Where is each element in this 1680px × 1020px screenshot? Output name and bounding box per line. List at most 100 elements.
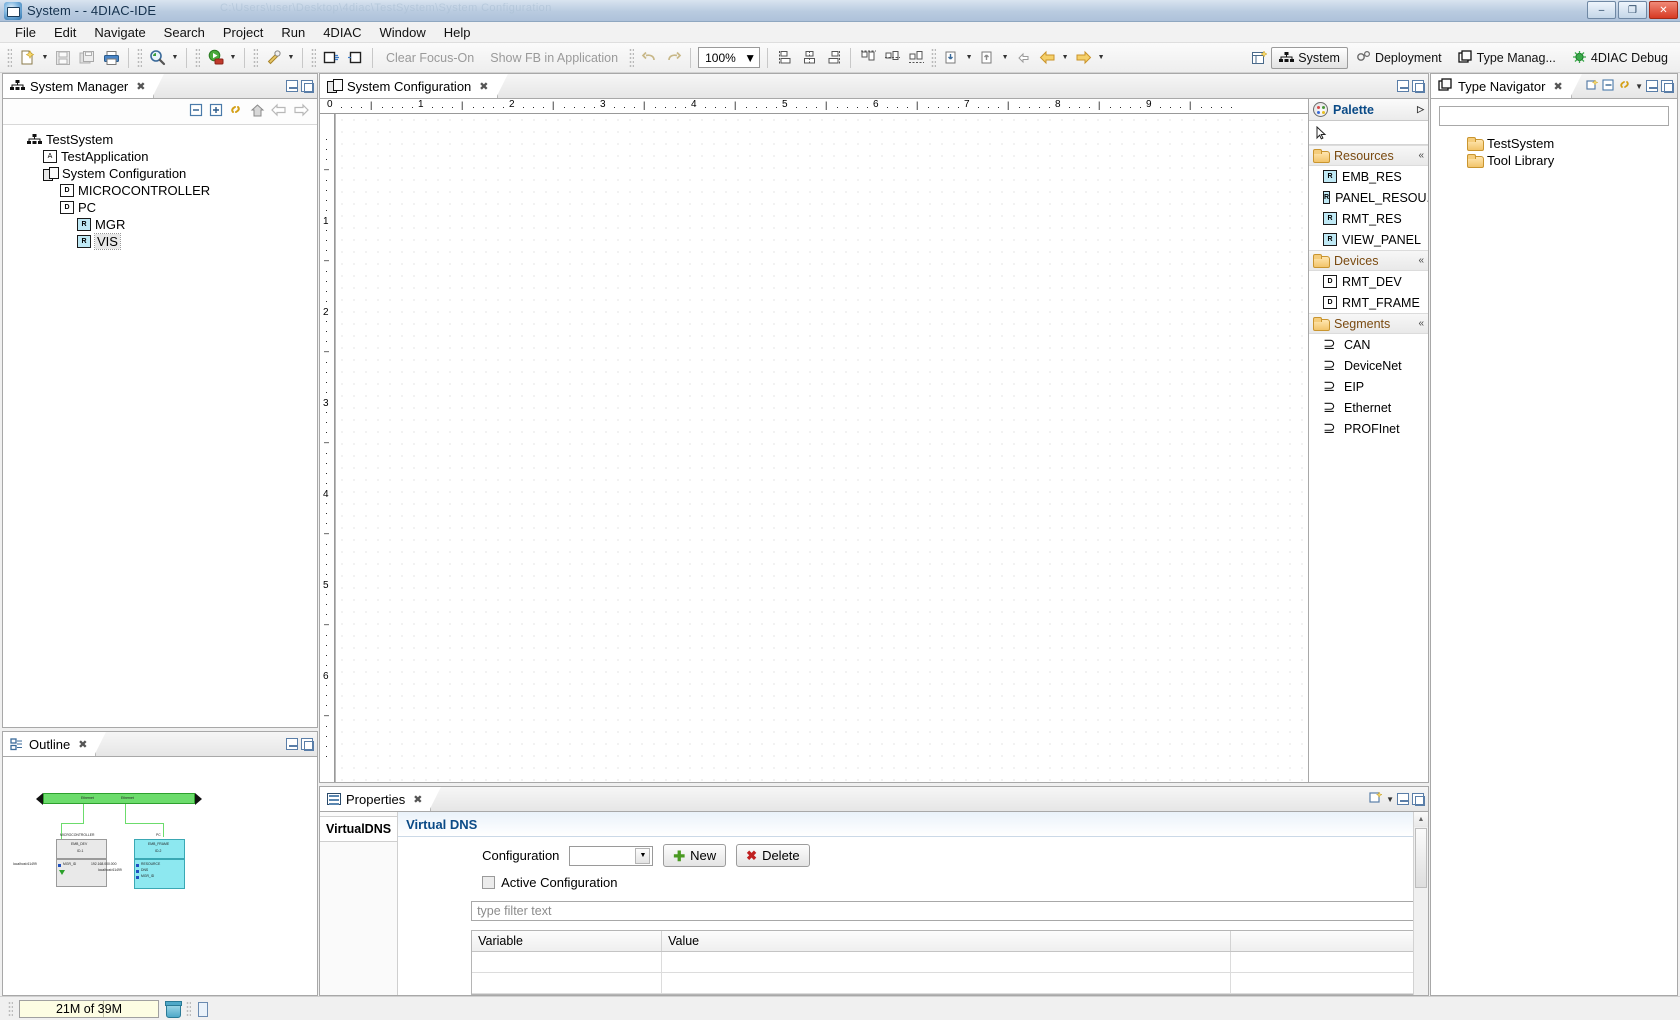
- scrollbar-thumb[interactable]: [1415, 828, 1427, 888]
- palette-item-profinet[interactable]: ⊇ PROFInet: [1309, 418, 1428, 439]
- collapse-all-icon[interactable]: [1602, 78, 1615, 94]
- minimize-icon[interactable]: [1397, 80, 1409, 92]
- menu-help[interactable]: Help: [435, 23, 480, 42]
- menu-search[interactable]: Search: [155, 23, 214, 42]
- new-icon[interactable]: [15, 46, 39, 70]
- chevron-down-icon[interactable]: ▼: [635, 847, 651, 864]
- new-button[interactable]: ✚ New: [663, 844, 727, 867]
- close-icon[interactable]: ✖: [413, 793, 422, 806]
- align-middle-icon[interactable]: [880, 46, 904, 70]
- minimize-icon[interactable]: [286, 80, 298, 92]
- toolbar-grip-7[interactable]: [931, 47, 937, 68]
- toolbar-grip-4[interactable]: [253, 47, 258, 68]
- palette-item-emb-res[interactable]: R EMB_RES: [1309, 166, 1428, 187]
- tab-type-navigator[interactable]: Type Navigator ✖: [1431, 74, 1583, 98]
- tree-item-tool-library[interactable]: Tool Library: [1431, 152, 1677, 169]
- properties-filter-input[interactable]: type filter text: [471, 901, 1418, 921]
- maximize-icon[interactable]: [1412, 80, 1425, 93]
- scroll-up-icon[interactable]: ▲: [1414, 812, 1428, 827]
- save-all-icon[interactable]: [75, 46, 99, 70]
- close-icon[interactable]: ✖: [1553, 80, 1562, 93]
- perspective-system[interactable]: System: [1271, 47, 1348, 69]
- menu-4diac[interactable]: 4DIAC: [314, 23, 370, 42]
- configuration-combo[interactable]: ▼: [569, 845, 654, 866]
- palette-group-resources[interactable]: Resources «: [1309, 145, 1428, 166]
- import-dropdown-icon[interactable]: ▼: [963, 46, 975, 70]
- table-row[interactable]: [472, 973, 1417, 994]
- perspective-4diac-debug[interactable]: 4DIAC Debug: [1564, 47, 1676, 69]
- table-row[interactable]: [472, 952, 1417, 973]
- vertical-ruler[interactable]: 1 · · · – · · · · 2 · · · – · · · · 3 · · · – · · · · 4 · · · – · · · · 5 · · ·…: [320, 114, 335, 782]
- palette-item-can[interactable]: ⊇ CAN: [1309, 334, 1428, 355]
- forward-icon[interactable]: [1071, 46, 1095, 70]
- view-menu-icon[interactable]: ▼: [1386, 795, 1394, 804]
- perspective-type-management[interactable]: Type Manag...: [1450, 47, 1564, 69]
- align-right-icon[interactable]: [821, 46, 845, 70]
- align-bottom-icon[interactable]: [904, 46, 928, 70]
- minimize-button[interactable]: –: [1587, 1, 1616, 19]
- new-dropdown-icon[interactable]: ▼: [39, 46, 51, 70]
- heap-status[interactable]: 21M of 39M: [19, 999, 159, 1018]
- column-header-variable[interactable]: Variable: [472, 931, 663, 951]
- collapse-icon[interactable]: «: [1418, 150, 1424, 161]
- toolbar-grip-5[interactable]: [311, 47, 316, 68]
- run-icon[interactable]: [203, 46, 227, 70]
- tree-item-mgr[interactable]: R MGR: [3, 216, 317, 233]
- tab-outline[interactable]: Outline ✖: [3, 732, 108, 756]
- editor-canvas[interactable]: [335, 114, 1308, 782]
- search-dropdown-icon[interactable]: ▼: [169, 46, 181, 70]
- tab-system-manager[interactable]: System Manager ✖: [3, 74, 167, 98]
- redo-icon[interactable]: [661, 46, 685, 70]
- maximize-button[interactable]: ❐: [1618, 1, 1647, 19]
- palette-pin-icon[interactable]: ▷: [1417, 104, 1424, 115]
- tree-item-testsystem[interactable]: TestSystem: [1431, 135, 1677, 152]
- tree-item-system-configuration[interactable]: System Configuration: [3, 165, 317, 182]
- palette-group-segments[interactable]: Segments «: [1309, 313, 1428, 334]
- collapse-all-icon[interactable]: [189, 103, 203, 120]
- back-icon[interactable]: [271, 103, 287, 120]
- tab-system-configuration[interactable]: System Configuration ✖: [320, 74, 508, 98]
- maximize-icon[interactable]: [1412, 793, 1425, 806]
- trash-icon[interactable]: [165, 1000, 182, 1018]
- properties-vertical-scrollbar[interactable]: ▲: [1413, 812, 1428, 995]
- menu-edit[interactable]: Edit: [45, 23, 85, 42]
- expand-all-icon[interactable]: [209, 103, 223, 120]
- tree-item-pc[interactable]: D PC: [3, 199, 317, 216]
- system-manager-tree-body[interactable]: TestSystem A TestApplication System Conf…: [3, 125, 317, 727]
- minimize-icon[interactable]: [286, 738, 298, 750]
- collapse-icon[interactable]: «: [1418, 318, 1424, 329]
- open-perspective-icon[interactable]: [1247, 46, 1271, 70]
- minimize-icon[interactable]: [1646, 80, 1658, 92]
- maximize-icon[interactable]: [301, 80, 314, 93]
- menu-file[interactable]: File: [6, 23, 45, 42]
- tree-item-microcontroller[interactable]: D MICROCONTROLLER: [3, 182, 317, 199]
- link-with-editor-icon[interactable]: [229, 103, 244, 120]
- palette-item-rmt-frame[interactable]: D RMT_FRAME: [1309, 292, 1428, 313]
- export-icon[interactable]: [975, 46, 999, 70]
- menu-navigate[interactable]: Navigate: [85, 23, 154, 42]
- toolbar-grip[interactable]: [7, 47, 12, 68]
- refresh-icon[interactable]: [1618, 79, 1632, 94]
- debug-icon[interactable]: [261, 46, 285, 70]
- debug-dropdown-icon[interactable]: ▼: [285, 46, 297, 70]
- tree-item-vis[interactable]: R VIS: [3, 233, 317, 250]
- back-icon[interactable]: [1035, 46, 1059, 70]
- back-small-icon[interactable]: [1011, 46, 1035, 70]
- properties-tab-virtualdns[interactable]: VirtualDNS: [320, 816, 398, 842]
- maximize-icon[interactable]: [1661, 80, 1674, 93]
- column-header-value[interactable]: Value: [662, 931, 1231, 951]
- tree-item-testsystem[interactable]: TestSystem: [3, 131, 317, 148]
- pin-editor-icon[interactable]: [1369, 791, 1383, 807]
- close-button[interactable]: ✕: [1649, 1, 1678, 19]
- open-system-icon[interactable]: [343, 46, 367, 70]
- close-icon[interactable]: ✖: [479, 80, 488, 93]
- perspective-deployment[interactable]: Deployment: [1348, 47, 1450, 69]
- delete-button[interactable]: ✖ Delete: [736, 844, 810, 867]
- tree-item-testapplication[interactable]: A TestApplication: [3, 148, 317, 165]
- forward-icon[interactable]: [293, 103, 309, 120]
- link-with-editor-icon[interactable]: [1586, 79, 1599, 94]
- outline-thumbnail[interactable]: Ethernet Ethernet MICROCONTROLLER EMB_DE…: [3, 757, 317, 995]
- active-configuration-checkbox[interactable]: [482, 876, 496, 889]
- chevron-down-icon[interactable]: ▼: [744, 51, 756, 65]
- toolbar-grip-3[interactable]: [195, 47, 200, 68]
